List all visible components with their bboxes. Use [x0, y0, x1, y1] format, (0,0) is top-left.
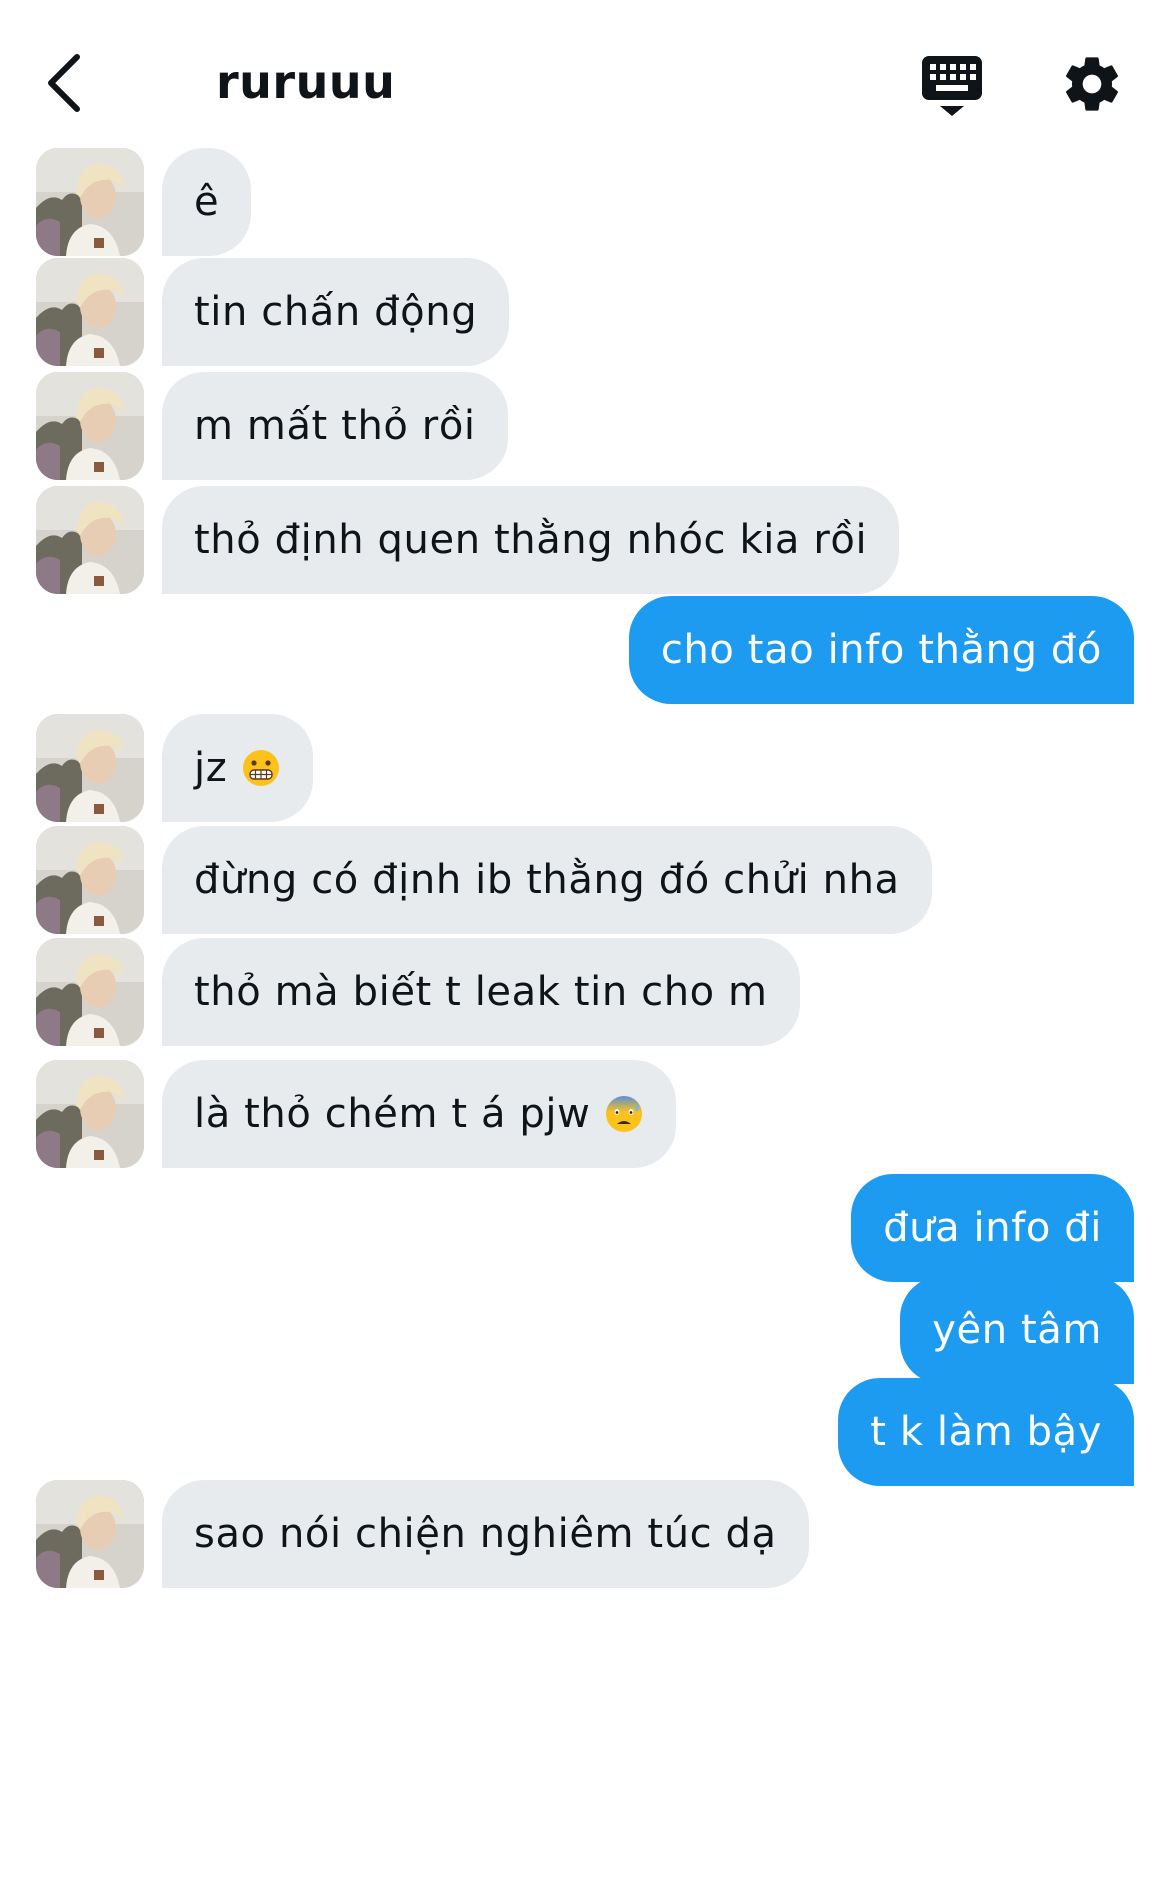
- avatar-photo: [36, 148, 144, 256]
- avatar[interactable]: [36, 938, 144, 1046]
- avatar-photo: [36, 1060, 144, 1168]
- outgoing-message-bubble[interactable]: đưa info đi: [851, 1174, 1134, 1282]
- avatar-photo: [36, 258, 144, 366]
- keyboard-icon: [922, 56, 982, 116]
- keyboard-button[interactable]: [918, 54, 986, 120]
- incoming-message-bubble[interactable]: đừng có định ib thằng đó chửi nha: [162, 826, 932, 934]
- back-button[interactable]: [38, 48, 88, 118]
- outgoing-message-bubble[interactable]: cho tao info thằng đó: [628, 596, 1134, 704]
- incoming-message-bubble[interactable]: là thỏ chém t á pjw: [162, 1060, 677, 1168]
- anxious-face-with-sweat-emoji: [606, 1096, 643, 1132]
- grimacing-face-emoji: [243, 750, 280, 786]
- avatar[interactable]: [36, 148, 144, 256]
- outgoing-message-bubble[interactable]: t k làm bậy: [838, 1378, 1134, 1486]
- conversation-title[interactable]: ruruuu: [216, 55, 395, 109]
- message-text: jz: [194, 745, 228, 791]
- gear-icon: [1066, 57, 1118, 111]
- avatar[interactable]: [36, 258, 144, 366]
- avatar-photo: [36, 826, 144, 934]
- avatar[interactable]: [36, 486, 144, 594]
- incoming-message-bubble[interactable]: sao nói chiện nghiêm túc dạ: [162, 1480, 809, 1588]
- incoming-message-bubble[interactable]: jz: [162, 714, 314, 822]
- incoming-message-bubble[interactable]: m mất thỏ rồi: [162, 372, 508, 480]
- conversation-header: ruruuu: [0, 0, 1170, 170]
- outgoing-message-bubble[interactable]: yên tâm: [900, 1276, 1134, 1384]
- incoming-message-bubble[interactable]: ê: [162, 148, 252, 256]
- incoming-message-bubble[interactable]: thỏ định quen thằng nhóc kia rồi: [162, 486, 900, 594]
- chevron-left-icon: [48, 54, 80, 112]
- avatar[interactable]: [36, 372, 144, 480]
- avatar[interactable]: [36, 1480, 144, 1588]
- avatar-photo: [36, 1480, 144, 1588]
- avatar-photo: [36, 372, 144, 480]
- avatar-photo: [36, 938, 144, 1046]
- incoming-message-bubble[interactable]: tin chấn động: [162, 258, 510, 366]
- message-text: là thỏ chém t á pjw: [194, 1091, 591, 1137]
- avatar[interactable]: [36, 714, 144, 822]
- avatar[interactable]: [36, 1060, 144, 1168]
- avatar-photo: [36, 486, 144, 594]
- incoming-message-bubble[interactable]: thỏ mà biết t leak tin cho m: [162, 938, 800, 1046]
- settings-button[interactable]: [1060, 52, 1124, 116]
- avatar[interactable]: [36, 826, 144, 934]
- avatar-photo: [36, 714, 144, 822]
